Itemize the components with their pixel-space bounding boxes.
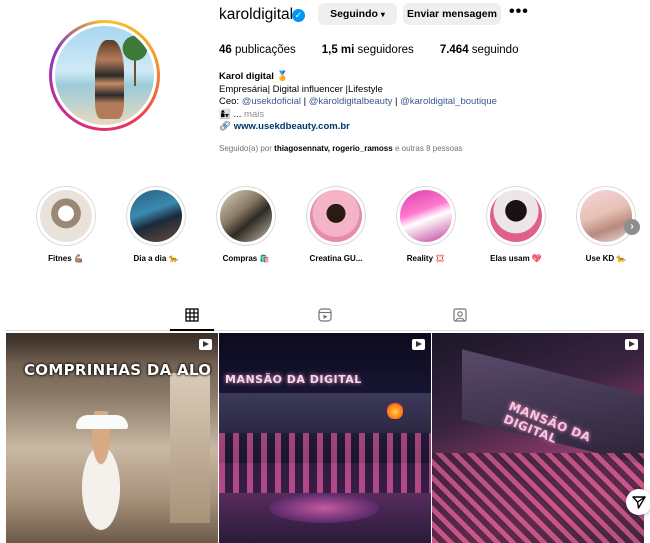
post-tile-1[interactable]: COMPRINHAS DA ALO: [6, 333, 218, 543]
post-image-detail: [219, 433, 431, 493]
highlight-cover: [220, 190, 272, 242]
chevron-right-icon[interactable]: ›: [624, 219, 640, 235]
highlight-reality[interactable]: Reality 💢: [395, 186, 457, 263]
link-icon: 🔗︎: [219, 121, 234, 132]
send-message-button[interactable]: Enviar mensagem: [403, 3, 501, 25]
highlight-label: Reality 💢: [406, 254, 446, 263]
highlight-elas-usam[interactable]: Elas usam 💖: [485, 186, 547, 263]
palm-tree-decoration: [120, 31, 151, 87]
stat-following-value: 7.464: [439, 44, 469, 56]
highlight-ring: [396, 186, 456, 246]
post-caption-overlay: MANSÃO DA DIGITAL: [225, 373, 362, 386]
highlight-label: Elas usam 💖: [490, 254, 542, 263]
highlight-label: Fitnes 💪🏽: [48, 254, 84, 263]
avatar-inner: [52, 23, 157, 128]
bio-line-extra: 👩‍👧 ... mais: [219, 109, 497, 122]
avatar-figure: [94, 39, 125, 120]
post-image-detail: [387, 401, 403, 419]
highlight-ring: [486, 186, 546, 246]
bio-line-ceo: Ceo: @usekdoficial | @karoldigitalbeauty…: [219, 96, 497, 109]
highlight-cover: [310, 190, 362, 242]
bio-extra-text: 👩‍👧 ...: [219, 108, 242, 120]
tagged-icon[interactable]: [453, 308, 467, 322]
highlight-cover: [580, 190, 632, 242]
post-tile-3[interactable]: MANSÃO DA DIGITAL: [432, 333, 644, 543]
verified-badge-icon: ✓: [292, 9, 305, 22]
bio-display-name: Karol digital 🏅: [219, 71, 289, 82]
highlight-ring: [216, 186, 276, 246]
bio-link-usekdoficial[interactable]: @usekdoficial: [242, 96, 301, 107]
profile-stats: 46 publicações 1,5 mi seguidores 7.464 s…: [219, 44, 544, 56]
post-image-detail: [170, 373, 210, 523]
highlight-fitnes[interactable]: Fitnes 💪🏽: [35, 186, 97, 263]
highlight-compras[interactable]: Compras 🛍️: [215, 186, 277, 263]
highlight-cover: [40, 190, 92, 242]
bio-ceo-prefix: Ceo:: [219, 96, 242, 107]
followed-by[interactable]: Seguido(a) por thiagosennatv, rogerio_ra…: [219, 144, 463, 153]
highlight-creatina[interactable]: Creatina GU...: [305, 186, 367, 263]
post-image-detail: [76, 415, 128, 429]
profile-username: karoldigital: [219, 6, 294, 23]
stat-posts-label: publicações: [235, 44, 296, 56]
followed-by-prefix: Seguido(a) por: [219, 144, 275, 153]
followed-by-names: thiagosennatv, rogerio_ramoss: [274, 144, 393, 153]
profile-bio: Karol digital 🏅 Empresária| Digital infl…: [219, 71, 497, 134]
bio-line-role: Empresária| Digital influencer |Lifestyl…: [219, 83, 383, 95]
stat-followers[interactable]: 1,5 mi seguidores: [322, 44, 414, 56]
bio-separator: |: [392, 96, 401, 107]
profile-avatar[interactable]: [49, 20, 160, 131]
tabs-divider: [6, 330, 644, 331]
post-tile-2[interactable]: MANSÃO DA DIGITAL: [219, 333, 431, 543]
active-tab-indicator: [170, 329, 214, 331]
stat-posts: 46 publicações: [219, 44, 296, 56]
stat-following-label: seguindo: [471, 44, 519, 56]
bio-more-link[interactable]: mais: [241, 109, 264, 120]
highlight-label: Compras 🛍️: [222, 254, 270, 263]
avatar-photo: [55, 26, 154, 125]
stat-following[interactable]: 7.464 seguindo: [440, 44, 519, 56]
bio-link-karoldigitalbeauty[interactable]: @karoldigitalbeauty: [309, 96, 393, 107]
highlight-ring: [306, 186, 366, 246]
highlight-cover: [400, 190, 452, 242]
more-options-icon[interactable]: •••: [509, 3, 528, 25]
highlight-cover: [130, 190, 182, 242]
highlight-label: Use KD 🐆: [585, 254, 627, 263]
stat-followers-label: seguidores: [357, 44, 414, 56]
followed-by-suffix: e outras 8 pessoas: [392, 144, 463, 153]
reels-icon[interactable]: [318, 308, 332, 322]
following-label: Seguindo: [330, 8, 378, 20]
following-button[interactable]: Seguindo ▾: [318, 3, 397, 25]
bio-website[interactable]: 🔗︎ www.usekdbeauty.com.br: [219, 121, 497, 134]
highlight-dia-a-dia[interactable]: Dia a dia 🐆: [125, 186, 187, 263]
post-image-detail: [269, 493, 379, 523]
post-image-person: [66, 411, 136, 543]
chevron-down-icon: ▾: [380, 10, 385, 19]
bio-website-url[interactable]: www.usekdbeauty.com.br: [234, 121, 350, 132]
highlight-ring: [576, 186, 636, 246]
grid-icon[interactable]: [185, 308, 199, 322]
send-message-icon[interactable]: [626, 489, 650, 515]
stat-posts-value: 46: [219, 44, 232, 56]
reel-icon: [412, 339, 425, 350]
highlight-ring: [36, 186, 96, 246]
highlight-label: Dia a dia 🐆: [133, 254, 179, 263]
stat-followers-value: 1,5 mi: [321, 44, 355, 56]
reel-icon: [625, 339, 638, 350]
post-image-detail: [6, 333, 218, 363]
highlight-ring: [126, 186, 186, 246]
highlight-cover: [490, 190, 542, 242]
bio-link-karoldigital-boutique[interactable]: @karoldigital_boutique: [400, 96, 497, 107]
highlight-label: Creatina GU...: [309, 254, 363, 263]
post-caption-overlay: COMPRINHAS DA ALO: [24, 361, 212, 379]
reel-icon: [199, 339, 212, 350]
bio-separator: |: [301, 96, 309, 107]
